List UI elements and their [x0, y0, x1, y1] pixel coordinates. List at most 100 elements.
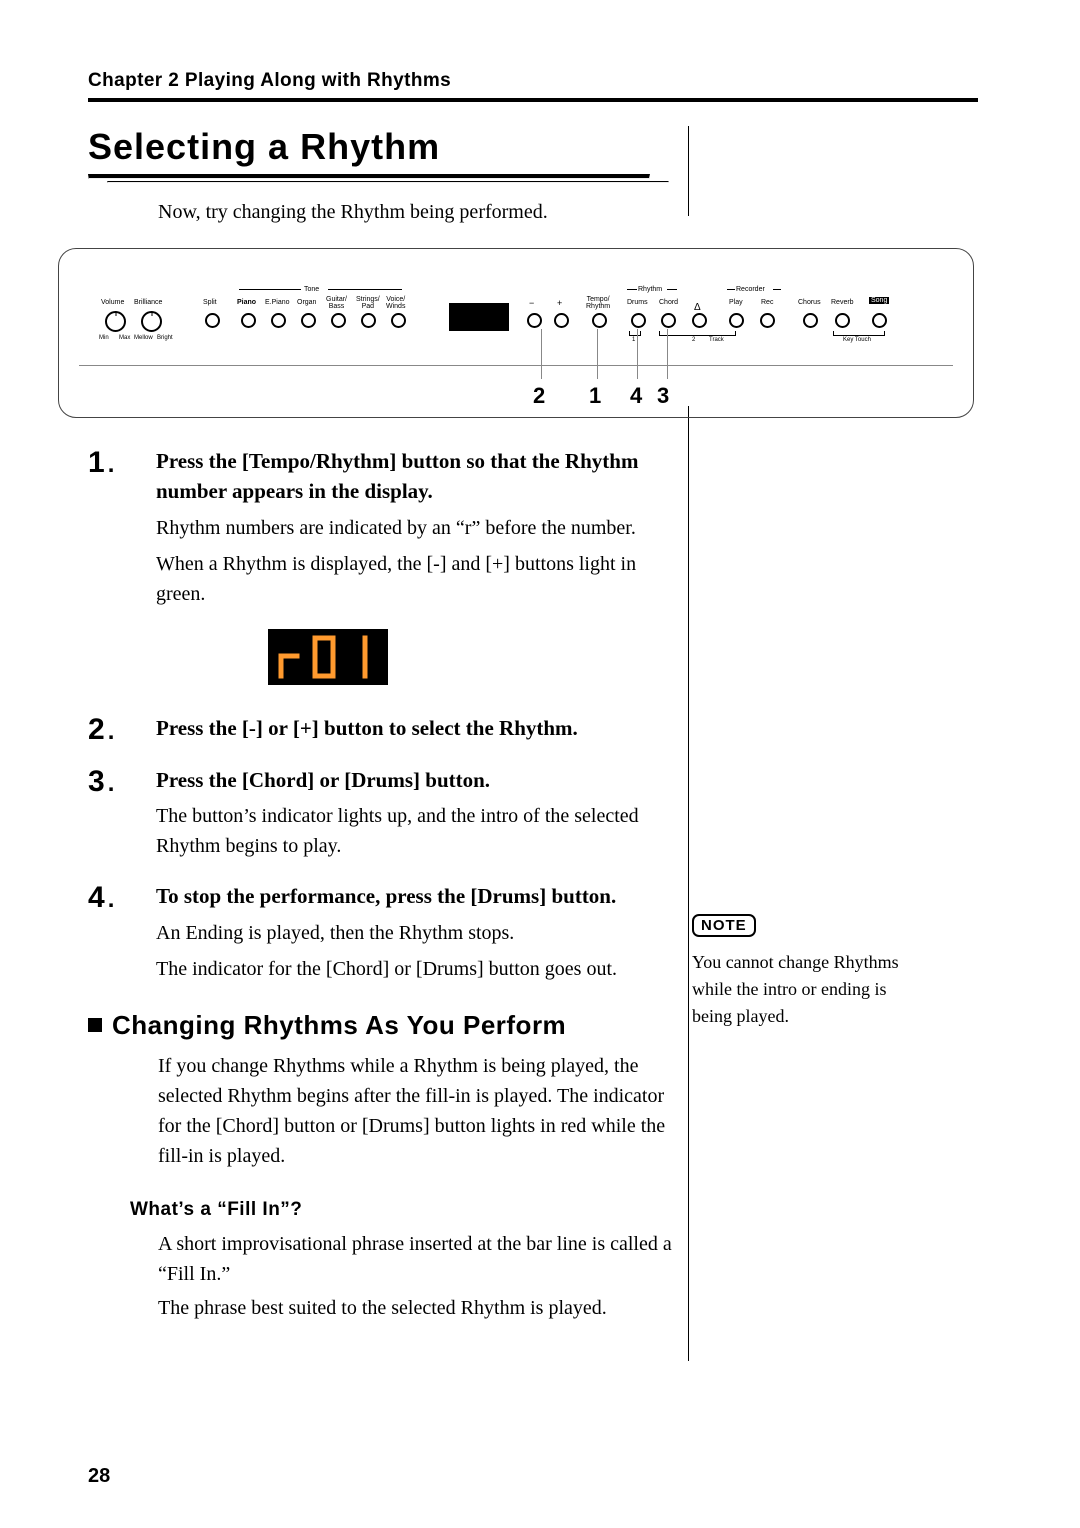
label-tone-strings: Strings/ Pad	[356, 296, 380, 310]
label-keytouch: Key Touch	[843, 337, 871, 343]
tone-epiano-button	[271, 313, 286, 328]
title-rule-thin	[107, 181, 669, 183]
label-minus: −	[529, 299, 534, 308]
label-track: Track	[709, 337, 724, 343]
label-chorus: Chorus	[798, 299, 821, 306]
label-tempo-rhythm: Tempo/ Rhythm	[586, 296, 610, 310]
label-max: Max	[119, 335, 130, 341]
callout-2: 2	[533, 383, 545, 409]
minus-button	[527, 313, 542, 328]
label-play: Play	[729, 299, 743, 306]
callout-4: 4	[630, 383, 642, 409]
plus-button	[554, 313, 569, 328]
step-2-lead: Press the [-] or [+] button to select th…	[156, 713, 648, 743]
label-reverb: Reverb	[831, 299, 854, 306]
page-number: 28	[88, 1465, 110, 1488]
segment-display	[268, 629, 388, 685]
title-rule-thick	[88, 174, 650, 179]
step-4-p1: An Ending is played, then the Rhythm sto…	[156, 918, 648, 948]
subsection-heading: Changing Rhythms As You Perform	[88, 1010, 748, 1041]
label-split: Split	[203, 299, 217, 306]
callout-1: 1	[589, 383, 601, 409]
tone-guitar-button	[331, 313, 346, 328]
fillin-p2: The phrase best suited to the selected R…	[158, 1293, 678, 1323]
label-tone-organ: Organ	[297, 299, 316, 306]
tempo-rhythm-button	[592, 313, 607, 328]
play-button	[729, 313, 744, 328]
label-tone-group: Tone	[304, 286, 319, 293]
step-1-p1: Rhythm numbers are indicated by an “r” b…	[156, 513, 648, 543]
metronome-icon: Δ	[694, 302, 701, 313]
song-button	[872, 313, 887, 328]
tone-piano-button	[241, 313, 256, 328]
label-chord: Chord	[659, 299, 678, 306]
segment-display-svg	[273, 632, 383, 682]
step-number-1: 1	[88, 446, 128, 478]
chord-button	[661, 313, 676, 328]
subsection-para: If you change Rhythms while a Rhythm is …	[158, 1051, 678, 1171]
callout-line-3	[667, 329, 668, 379]
drums-button	[631, 313, 646, 328]
fillin-heading: What’s a “Fill In”?	[130, 1199, 748, 1221]
tone-voice-button	[391, 313, 406, 328]
recorder-bracket-l	[727, 289, 735, 290]
intro-text: Now, try changing the Rhythm being perfo…	[158, 201, 688, 224]
note-badge: NOTE	[692, 914, 756, 937]
tone-bracket-left	[239, 289, 301, 290]
volume-knob	[105, 311, 126, 332]
chorus-button	[803, 313, 818, 328]
label-recorder-group: Recorder	[736, 286, 765, 293]
label-tone-epiano: E.Piano	[265, 299, 290, 306]
panel-display	[449, 303, 509, 331]
note-text: You cannot change Rhythms while the intr…	[692, 949, 922, 1030]
brilliance-knob	[141, 311, 162, 332]
label-track2: 2	[692, 337, 695, 343]
step-1-lead: Press the [Tempo/Rhythm] button so that …	[156, 446, 648, 507]
tone-organ-button	[301, 313, 316, 328]
step-4: 4 To stop the performance, press the [Dr…	[88, 881, 748, 983]
control-panel-diagram: Volume Brilliance Min Max Mellow Bright …	[58, 248, 974, 418]
fillin-p1: A short improvisational phrase inserted …	[158, 1229, 678, 1289]
track-bracket-1	[629, 331, 641, 336]
metronome-button	[692, 313, 707, 328]
label-track1: 1	[632, 337, 635, 343]
callout-3: 3	[657, 383, 669, 409]
step-1: 1 Press the [Tempo/Rhythm] button so tha…	[88, 446, 748, 609]
label-plus: +	[557, 299, 562, 308]
callout-line-2	[541, 329, 542, 379]
label-tone-voice: Voice/ Winds	[386, 296, 405, 310]
chapter-header: Chapter 2 Playing Along with Rhythms	[88, 70, 1010, 92]
step-2: 2 Press the [-] or [+] button to select …	[88, 713, 748, 745]
label-brilliance: Brilliance	[134, 299, 162, 306]
track-bracket-2	[659, 331, 736, 336]
label-mellow: Mellow	[134, 335, 153, 341]
rec-button	[760, 313, 775, 328]
keytouch-bracket	[833, 331, 885, 336]
page-title: Selecting a Rhythm	[88, 126, 688, 168]
tone-bracket-right	[328, 289, 402, 290]
subsection-title: Changing Rhythms As You Perform	[112, 1010, 566, 1041]
callout-line-4	[637, 329, 638, 379]
rhythm-bracket-l	[627, 289, 637, 290]
step-4-p2: The indicator for the [Chord] or [Drums]…	[156, 954, 648, 984]
margin-divider-top	[688, 126, 689, 216]
label-tone-guitar: Guitar/ Bass	[326, 296, 347, 310]
recorder-bracket-r	[773, 289, 781, 290]
step-4-lead: To stop the performance, press the [Drum…	[156, 881, 648, 911]
label-tone-piano: Piano	[237, 299, 256, 306]
label-min: Min	[99, 335, 109, 341]
step-3-lead: Press the [Chord] or [Drums] button.	[156, 765, 648, 795]
step-number-4: 4	[88, 881, 128, 913]
step-number-3: 3	[88, 765, 128, 797]
label-song: Song	[869, 297, 889, 304]
step-number-2: 2	[88, 713, 128, 745]
label-rec: Rec	[761, 299, 773, 306]
step-3-p1: The button’s indicator lights up, and th…	[156, 801, 648, 861]
square-bullet-icon	[88, 1018, 102, 1032]
tone-strings-button	[361, 313, 376, 328]
header-rule	[88, 98, 978, 102]
rhythm-bracket-r	[667, 289, 677, 290]
label-drums: Drums	[627, 299, 648, 306]
split-button	[205, 313, 220, 328]
reverb-button	[835, 313, 850, 328]
